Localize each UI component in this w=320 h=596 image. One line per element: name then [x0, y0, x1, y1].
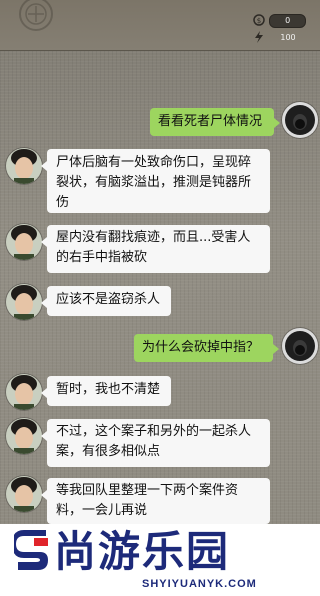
message-text: 为什么会砍掉中指？ [142, 340, 260, 355]
avatar-detective [6, 418, 42, 454]
energy-counter: 100 [252, 31, 306, 45]
watermark-title: 尚游乐园 [54, 527, 231, 576]
avatar-player [282, 102, 318, 138]
watermark-logo-icon [14, 530, 48, 570]
avatar-detective [6, 476, 42, 512]
chat-bubble-detective: 尸体后脑有一处致命伤口，呈现碎裂状，有脑浆溢出，推测是钝器所伤 [41, 149, 270, 213]
lightning-icon [252, 31, 266, 45]
energy-value: 100 [280, 33, 296, 42]
chat-bubble-detective: 等我回队里整理一下两个案件资料，一会儿再说 [41, 478, 270, 524]
message-text: 屋内没有翻找痕迹，而且...受害人的右手中指被砍 [56, 230, 251, 265]
message-text: 看看死者尸体情况 [158, 114, 263, 129]
chat-bubble-detective: 屋内没有翻找痕迹，而且...受害人的右手中指被砍 [41, 225, 270, 273]
coins-counter: $ 0 [252, 14, 306, 28]
watermark-url: SHYIYUANYK.COM [142, 578, 257, 590]
message-text: 应该不是盗窃杀人 [56, 292, 161, 307]
message-text: 等我回队里整理一下两个案件资料，一会儿再说 [56, 483, 239, 518]
chat-bubble-detective: 应该不是盗窃杀人 [41, 286, 171, 316]
coin-icon: $ [252, 14, 265, 28]
chat-bubble-player: 看看死者尸体情况 [150, 108, 280, 136]
avatar-detective [6, 374, 42, 410]
chat-bubble-detective: 不过，这个案子和另外的一起杀人案，有很多相似点 [41, 419, 270, 467]
message-text: 不过，这个案子和另外的一起杀人案，有很多相似点 [56, 424, 252, 459]
chat-bubble-detective: 暂时，我也不清楚 [41, 376, 171, 406]
top-bar: $ 0 100 [0, 0, 320, 51]
message-text: 暂时，我也不清楚 [56, 382, 161, 397]
svg-text:$: $ [256, 17, 260, 25]
emblem-icon [19, 0, 53, 31]
avatar-detective [6, 224, 42, 260]
chat-bubble-player: 为什么会砍掉中指？ [134, 334, 279, 362]
avatar-detective [6, 284, 42, 320]
avatar-player [282, 328, 318, 364]
avatar-detective [6, 148, 42, 184]
watermark-banner: 尚游乐园 SHYIYUANYK.COM [0, 524, 320, 596]
coins-value: 0 [269, 14, 306, 28]
message-text: 尸体后脑有一处致命伤口，呈现碎裂状，有脑浆溢出，推测是钝器所伤 [56, 155, 252, 210]
